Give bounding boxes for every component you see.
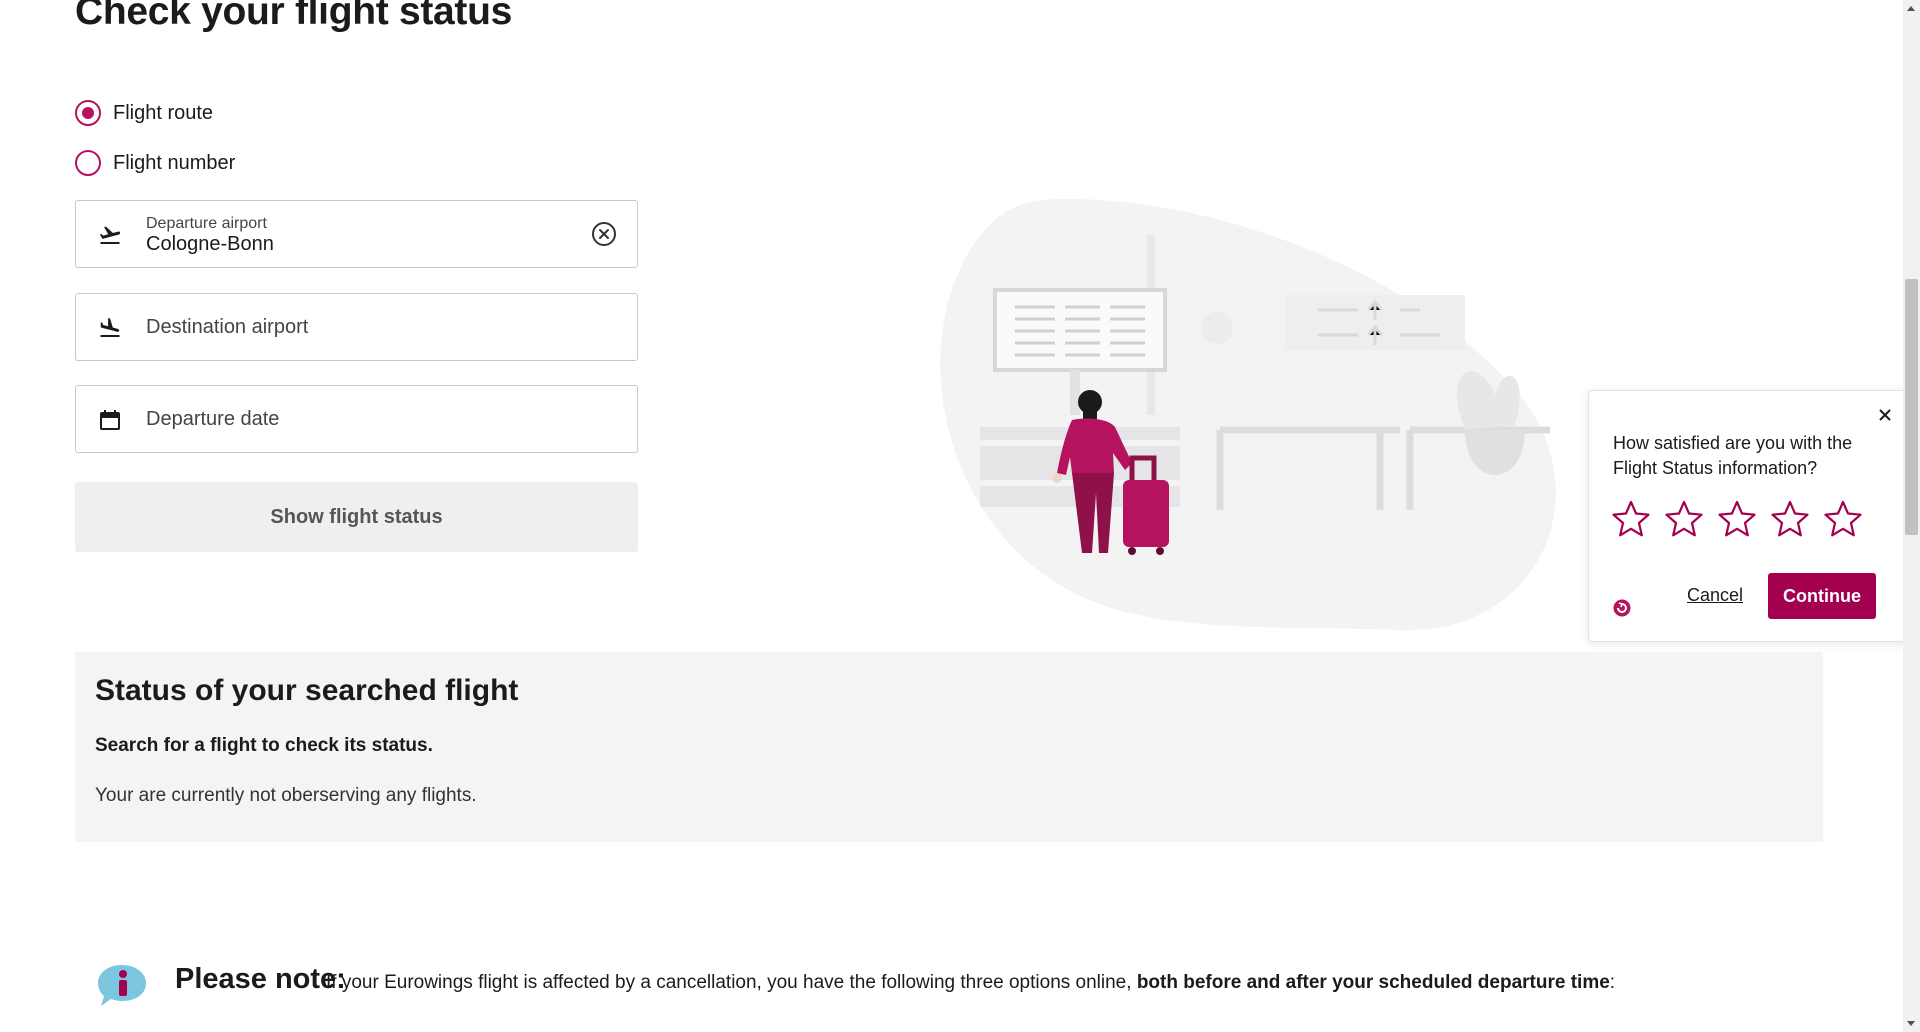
status-subtitle: Search for a flight to check its status.	[95, 735, 433, 756]
departure-date-placeholder: Departure date	[146, 408, 280, 430]
radio-button-checked[interactable]	[75, 100, 101, 126]
star-icon-2[interactable]	[1664, 499, 1704, 539]
info-bubble-icon	[98, 965, 146, 1006]
notice-text-main: If your Eurowings flight is affected by …	[326, 972, 1132, 993]
notice-text-bold: both before and after your scheduled dep…	[1136, 972, 1610, 993]
star-icon-3[interactable]	[1717, 499, 1757, 539]
cancel-link[interactable]: Cancel	[1687, 585, 1743, 606]
radio-label-flight-route: Flight route	[113, 101, 214, 124]
star-icon-5[interactable]	[1823, 499, 1863, 539]
airport-illustration	[940, 199, 1556, 631]
star-icon-4[interactable]	[1770, 499, 1810, 539]
show-flight-status-button[interactable]: Show flight status	[75, 482, 638, 552]
plane-landing-icon	[100, 318, 120, 337]
status-title: Status of your searched flight	[95, 674, 519, 707]
departure-date-field[interactable]: Departure date	[75, 385, 638, 453]
page-scrollbar[interactable]	[1903, 0, 1920, 1032]
board-post	[1070, 370, 1080, 415]
scroll-thumb[interactable]	[1905, 279, 1918, 535]
departure-airport-value[interactable]: Cologne-Bonn	[146, 233, 274, 256]
flight-status-panel: Status of your searched flight Search fo…	[75, 652, 1823, 842]
departure-airport-field[interactable]: Departure airport Cologne-Bonn	[75, 200, 638, 268]
status-empty-note: Your are currently not oberserving any f…	[95, 785, 477, 806]
scroll-down-arrow[interactable]	[1907, 1021, 1915, 1026]
radio-flight-number[interactable]: Flight number	[75, 150, 235, 176]
continue-button[interactable]: Continue	[1768, 573, 1876, 619]
radio-label-flight-number: Flight number	[113, 151, 236, 174]
destination-airport-field[interactable]: Destination airport	[75, 293, 638, 361]
destination-airport-placeholder: Destination airport	[146, 316, 309, 338]
notice-text: If your Eurowings flight is affected by …	[326, 972, 1615, 994]
radio-button[interactable]	[75, 150, 101, 176]
plane-takeoff-icon	[99, 226, 121, 244]
close-icon[interactable]	[1877, 407, 1893, 423]
page-title: Check your flight status	[75, 0, 513, 33]
star-icon-1[interactable]	[1611, 499, 1651, 539]
notice-heading: Please note:	[175, 963, 346, 995]
calendar-icon	[100, 410, 120, 430]
star-rating	[1611, 499, 1863, 539]
clear-icon[interactable]	[591, 221, 617, 247]
departure-airport-label: Departure airport	[146, 215, 267, 232]
scroll-up-arrow[interactable]	[1907, 6, 1915, 11]
satisfaction-survey-popup: How satisfied are you with the Flight St…	[1588, 390, 1908, 642]
radio-flight-route[interactable]: Flight route	[75, 100, 213, 126]
survey-question: How satisfied are you with the Flight St…	[1613, 433, 1853, 478]
notice-text-end: :	[1609, 972, 1616, 993]
wall-clock	[1201, 312, 1233, 344]
feedback-logo-icon	[1613, 599, 1631, 617]
